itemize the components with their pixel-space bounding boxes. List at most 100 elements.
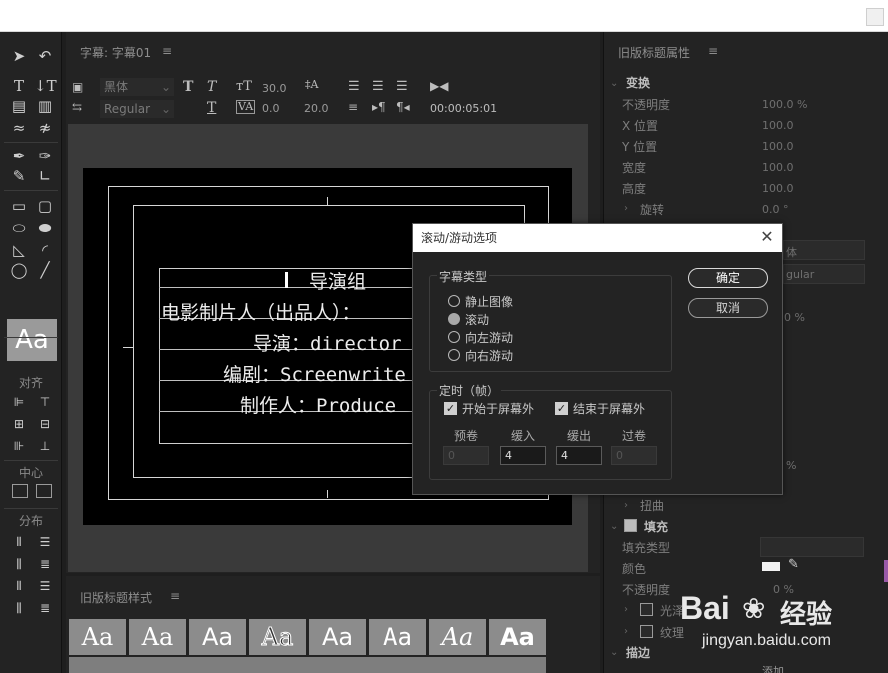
dialog-close-icon[interactable]: ✕ <box>758 228 776 246</box>
chevron-down-icon[interactable]: ⌄ <box>610 521 618 532</box>
font-family-dropdown[interactable]: 黑体 ⌄ <box>100 78 174 96</box>
width-value[interactable]: 100.0 <box>762 161 794 174</box>
fill-type-dropdown[interactable] <box>760 537 864 557</box>
add-anchor-tool-icon[interactable]: ✎ <box>8 166 30 186</box>
y-position-value[interactable]: 100.0 <box>762 140 794 153</box>
leading-value[interactable]: 20.0 <box>304 102 329 115</box>
type-tool-icon[interactable]: T <box>8 76 30 96</box>
stroke-section-head[interactable]: 描边 <box>626 644 650 661</box>
chevron-right-icon[interactable]: › <box>624 500 628 511</box>
texture-checkbox[interactable] <box>640 625 653 638</box>
radio-roll-label[interactable]: 滚动 <box>465 311 489 328</box>
delete-anchor-tool-icon[interactable]: ✑ <box>34 146 56 166</box>
distribute-right-icon[interactable]: ⫴ <box>8 576 30 596</box>
distribute-center-h-icon[interactable]: ⫼ <box>8 554 30 574</box>
word-wrap-icon[interactable]: ≡ <box>348 100 358 114</box>
add-stroke-link[interactable]: 添加 <box>762 663 784 673</box>
window-close-button[interactable] <box>866 8 884 26</box>
tab-right-icon[interactable]: ¶◂ <box>396 100 410 114</box>
align-center-h-icon[interactable]: ⊞ <box>8 414 30 434</box>
style-swatch[interactable]: Aa <box>369 619 426 655</box>
font-family-prop-dropdown[interactable]: 体 <box>783 240 865 260</box>
style-swatch-row-2[interactable] <box>69 657 546 673</box>
style-swatch[interactable]: Aa <box>309 619 366 655</box>
chevron-right-icon[interactable]: › <box>624 626 628 637</box>
postroll-input[interactable]: 0 <box>611 446 657 465</box>
sheen-checkbox[interactable] <box>640 603 653 616</box>
roll-crawl-options-icon[interactable]: ▶◀ <box>430 79 448 93</box>
eyedropper-icon[interactable]: ✎ <box>788 557 799 572</box>
align-bottom-icon[interactable]: ⊥ <box>34 436 56 456</box>
fill-section-head[interactable]: 填充 <box>644 518 668 535</box>
radio-still[interactable] <box>448 295 460 307</box>
tab-stops-icon[interactable]: ⇆ <box>72 100 82 114</box>
radio-crawl-left[interactable] <box>448 331 460 343</box>
font-size-value[interactable]: 30.0 <box>262 82 287 95</box>
end-off-screen-checkbox[interactable]: ✓ <box>555 402 568 415</box>
preroll-input[interactable]: 0 <box>443 446 489 465</box>
opacity-value[interactable]: 100.0 % <box>762 98 807 111</box>
distribute-left-icon[interactable]: ⫴ <box>8 532 30 552</box>
distribute-center-v-icon[interactable]: ≣ <box>34 554 56 574</box>
vertical-path-type-tool-icon[interactable]: ≉ <box>34 118 56 138</box>
ellipse-tool-icon[interactable]: ◯ <box>8 260 30 280</box>
skew-prop-value[interactable]: % <box>786 459 796 472</box>
chevron-down-icon[interactable]: ⌄ <box>610 78 618 89</box>
italic-icon[interactable]: T <box>207 79 216 95</box>
style-swatch[interactable]: Aa <box>189 619 246 655</box>
rounded-corner-tool-icon[interactable]: ⬬ <box>34 218 56 238</box>
tab-left-icon[interactable]: ▸¶ <box>372 100 386 114</box>
style-swatch[interactable]: Aa <box>249 619 306 655</box>
ease-out-input[interactable]: 4 <box>556 446 602 465</box>
rotation-tool-icon[interactable]: ↶ <box>34 46 56 66</box>
style-swatch[interactable]: Aa <box>489 619 546 655</box>
ok-button[interactable]: 确定 <box>688 268 768 288</box>
timecode[interactable]: 00:00:05:01 <box>430 102 497 115</box>
rounded-rectangle-tool-icon[interactable]: ▢ <box>34 196 56 216</box>
chevron-right-icon[interactable]: › <box>624 604 628 615</box>
distribute-h-even-icon[interactable]: ⫼ <box>8 598 30 618</box>
vertical-area-type-tool-icon[interactable]: ▥ <box>34 96 56 116</box>
font-style-dropdown[interactable]: Regular ⌄ <box>100 100 174 118</box>
align-center-text-icon[interactable]: ☰ <box>372 79 384 94</box>
style-swatch[interactable]: Aa <box>69 619 126 655</box>
distribute-top-icon[interactable]: ☰ <box>34 532 56 552</box>
background-video-icon[interactable]: ▣ <box>72 80 83 94</box>
style-swatch[interactable]: Aa <box>429 619 486 655</box>
convert-anchor-tool-icon[interactable]: ∟ <box>34 166 56 186</box>
radio-crawl-right-label[interactable]: 向右游动 <box>465 347 513 364</box>
distribute-v-even-icon[interactable]: ≣ <box>34 598 56 618</box>
fill-color-swatch[interactable] <box>762 562 780 571</box>
area-type-tool-icon[interactable]: ▤ <box>8 96 30 116</box>
path-type-tool-icon[interactable]: ≈ <box>8 118 30 138</box>
height-value[interactable]: 100.0 <box>762 182 794 195</box>
underline-icon[interactable]: T <box>207 100 216 116</box>
font-style-prop-dropdown[interactable]: gular <box>783 264 865 284</box>
main-panel-menu-icon[interactable]: ≡ <box>162 44 172 58</box>
arc-tool-icon[interactable]: ◜ <box>34 240 56 260</box>
transform-section-head[interactable]: 变换 <box>626 74 650 91</box>
align-left-text-icon[interactable]: ☰ <box>348 79 360 94</box>
style-panel-menu-icon[interactable]: ≡ <box>170 589 180 603</box>
bold-icon[interactable]: T <box>183 79 193 95</box>
distribute-bottom-icon[interactable]: ☰ <box>34 576 56 596</box>
selection-tool-icon[interactable]: ➤ <box>8 46 30 66</box>
properties-panel-menu-icon[interactable]: ≡ <box>708 44 718 58</box>
wedge-tool-icon[interactable]: ◺ <box>8 240 30 260</box>
style-swatch[interactable]: Aa <box>129 619 186 655</box>
align-right-icon[interactable]: ⊪ <box>8 436 30 456</box>
align-right-text-icon[interactable]: ☰ <box>396 79 408 94</box>
align-top-icon[interactable]: ⊤ <box>34 392 56 412</box>
align-left-icon[interactable]: ⊫ <box>8 392 30 412</box>
chevron-down-icon[interactable]: ⌄ <box>610 647 618 658</box>
start-off-screen-checkbox[interactable]: ✓ <box>444 402 457 415</box>
radio-crawl-left-label[interactable]: 向左游动 <box>465 329 513 346</box>
center-vertical-icon[interactable] <box>36 484 52 498</box>
chevron-right-icon[interactable]: › <box>624 203 628 214</box>
end-off-screen-label[interactable]: 结束于屏幕外 <box>573 400 645 417</box>
line-tool-icon[interactable]: ╱ <box>34 260 56 280</box>
radio-roll[interactable] <box>448 313 460 325</box>
rectangle-tool-icon[interactable]: ▭ <box>8 196 30 216</box>
center-horizontal-icon[interactable] <box>12 484 28 498</box>
start-off-screen-label[interactable]: 开始于屏幕外 <box>462 400 534 417</box>
